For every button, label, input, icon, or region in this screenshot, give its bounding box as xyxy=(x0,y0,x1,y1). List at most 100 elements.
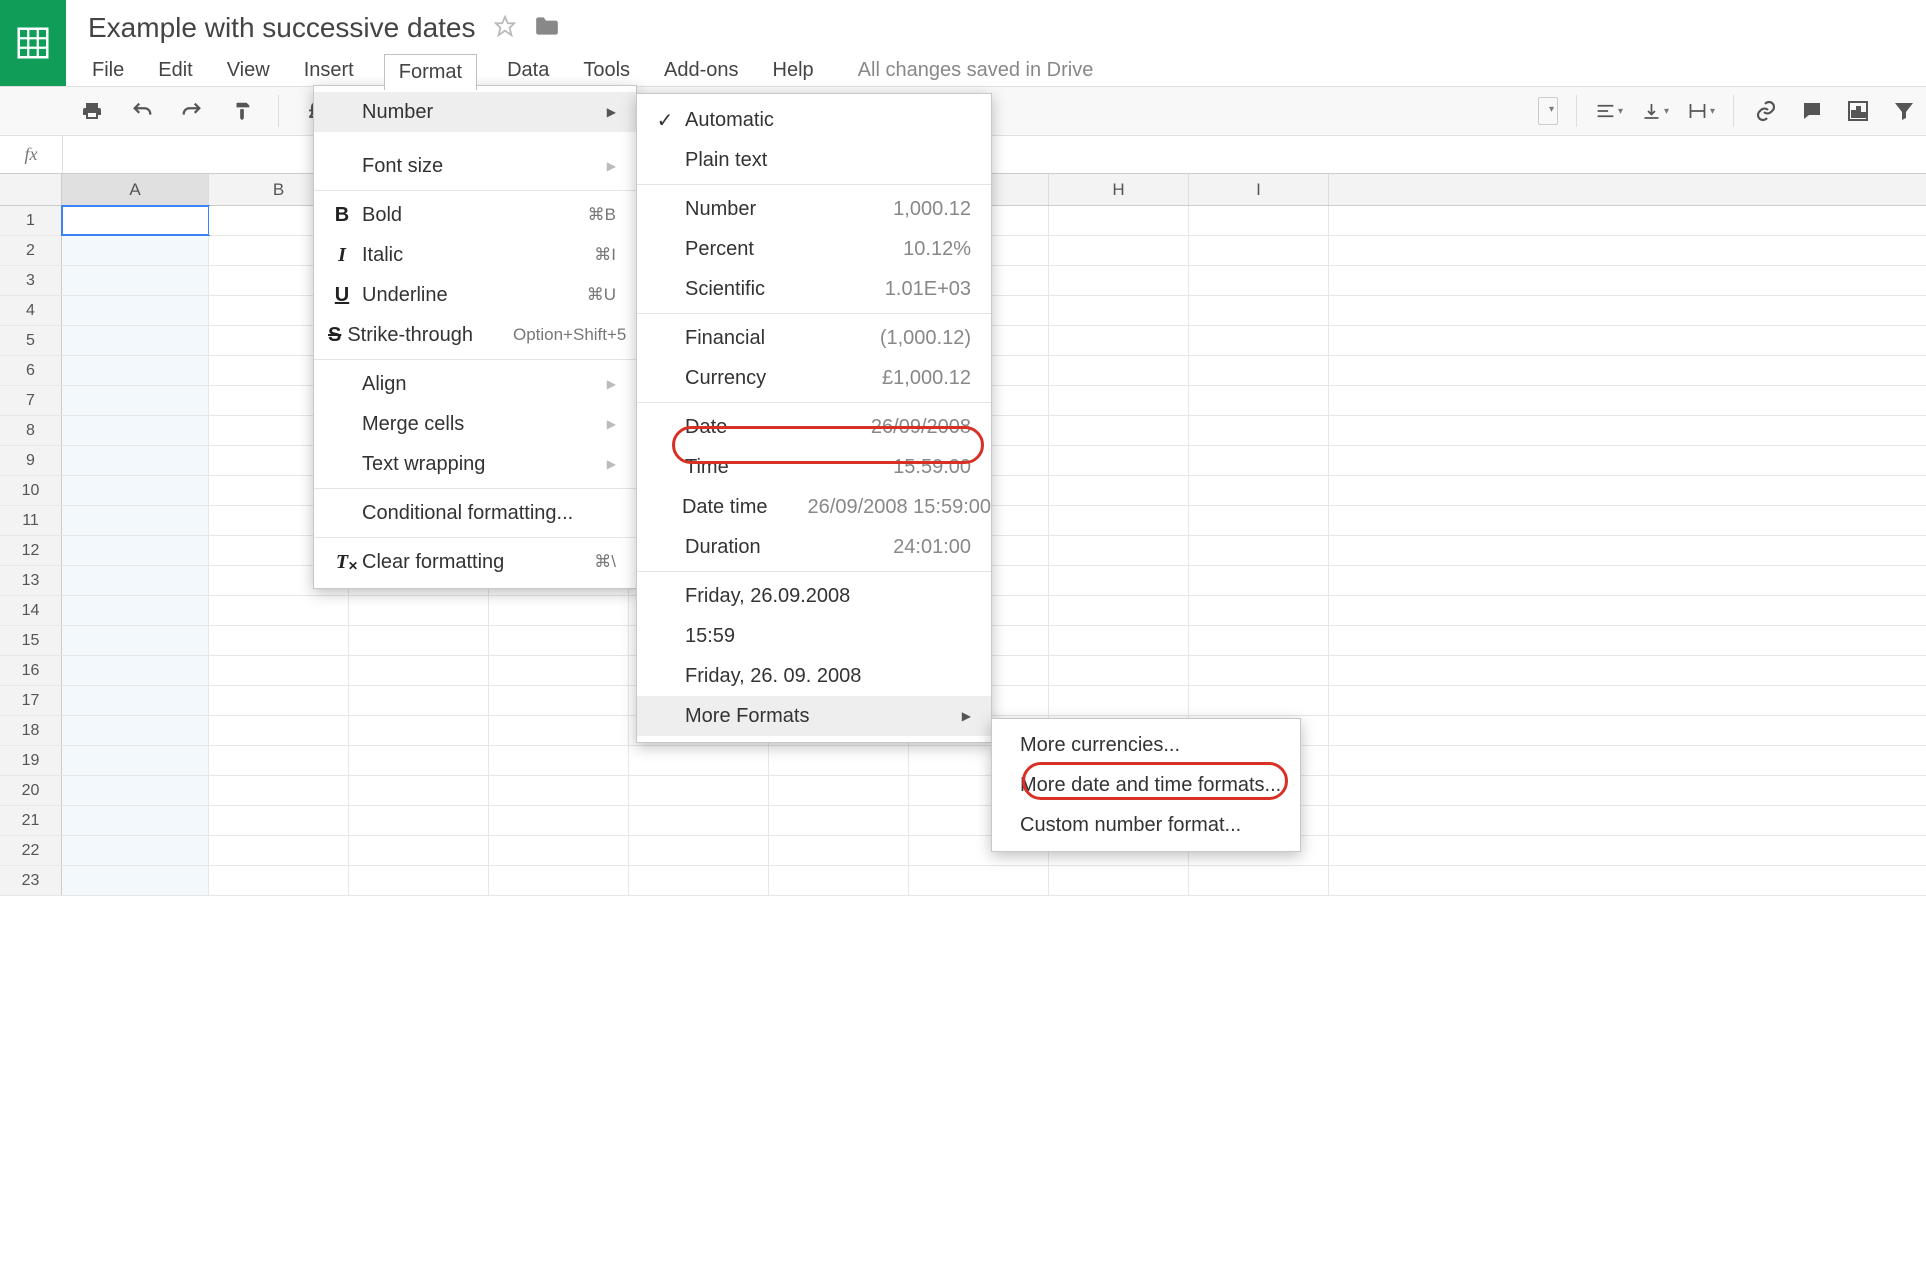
cell[interactable] xyxy=(769,746,909,775)
num-number[interactable]: Number 1,000.12 xyxy=(637,189,991,229)
format-font-size[interactable]: Font size ▶ xyxy=(314,146,636,186)
cell[interactable] xyxy=(209,866,349,895)
cell[interactable] xyxy=(349,866,489,895)
sheets-logo[interactable] xyxy=(0,0,66,86)
row-header[interactable]: 3 xyxy=(0,266,62,295)
row-header[interactable]: 12 xyxy=(0,536,62,565)
row-header[interactable]: 4 xyxy=(0,296,62,325)
cell[interactable] xyxy=(909,866,1049,895)
cell[interactable] xyxy=(769,866,909,895)
num-friday-space[interactable]: Friday, 26. 09. 2008 xyxy=(637,656,991,696)
more-date-time[interactable]: More date and time formats... xyxy=(992,765,1300,805)
cell[interactable] xyxy=(1049,596,1189,625)
num-duration[interactable]: Duration 24:01:00 xyxy=(637,527,991,567)
num-date[interactable]: Date 26/09/2008 xyxy=(637,407,991,447)
cell[interactable] xyxy=(62,716,209,745)
cell[interactable] xyxy=(489,746,629,775)
cell[interactable] xyxy=(1189,236,1329,265)
cell[interactable] xyxy=(209,626,349,655)
num-financial[interactable]: Financial (1,000.12) xyxy=(637,318,991,358)
cell[interactable] xyxy=(1189,686,1329,715)
align-button[interactable]: ▾ xyxy=(1595,97,1623,125)
row-header[interactable]: 6 xyxy=(0,356,62,385)
cell[interactable] xyxy=(209,716,349,745)
format-merge[interactable]: Merge cells ▶ xyxy=(314,404,636,444)
cell[interactable] xyxy=(489,716,629,745)
paint-format-button[interactable] xyxy=(228,97,256,125)
cell[interactable] xyxy=(1049,296,1189,325)
cell[interactable] xyxy=(62,836,209,865)
cell[interactable] xyxy=(489,776,629,805)
cell[interactable] xyxy=(349,776,489,805)
num-currency[interactable]: Currency £1,000.12 xyxy=(637,358,991,398)
cell[interactable] xyxy=(209,776,349,805)
cell[interactable] xyxy=(62,326,209,355)
row-header[interactable]: 1 xyxy=(0,206,62,235)
menu-addons[interactable]: Add-ons xyxy=(660,55,743,86)
cell[interactable] xyxy=(1049,446,1189,475)
cell[interactable] xyxy=(1049,536,1189,565)
menu-data[interactable]: Data xyxy=(503,55,553,86)
cell[interactable] xyxy=(62,746,209,775)
row-header[interactable]: 2 xyxy=(0,236,62,265)
num-time[interactable]: Time 15:59:00 xyxy=(637,447,991,487)
row-header[interactable]: 13 xyxy=(0,566,62,595)
cell[interactable] xyxy=(1189,536,1329,565)
format-strike[interactable]: S Strike-through Option+Shift+5 xyxy=(314,315,636,355)
cell[interactable] xyxy=(1189,866,1329,895)
format-underline[interactable]: U Underline ⌘U xyxy=(314,275,636,315)
cell[interactable] xyxy=(62,296,209,325)
cell[interactable] xyxy=(62,686,209,715)
row-header[interactable]: 15 xyxy=(0,626,62,655)
cell[interactable] xyxy=(489,656,629,685)
cell[interactable] xyxy=(62,446,209,475)
cell[interactable] xyxy=(62,416,209,445)
format-bold[interactable]: B Bold ⌘B xyxy=(314,195,636,235)
row-header[interactable]: 20 xyxy=(0,776,62,805)
num-automatic[interactable]: ✓ Automatic xyxy=(637,100,991,140)
cell[interactable] xyxy=(62,266,209,295)
cell[interactable] xyxy=(1049,206,1189,235)
cell[interactable] xyxy=(1049,686,1189,715)
cell[interactable] xyxy=(1049,626,1189,655)
cell[interactable] xyxy=(1189,326,1329,355)
menu-edit[interactable]: Edit xyxy=(154,55,196,86)
cell[interactable] xyxy=(1189,266,1329,295)
cell[interactable] xyxy=(209,686,349,715)
num-more-formats[interactable]: More Formats ▶ xyxy=(637,696,991,736)
cell[interactable] xyxy=(1049,656,1189,685)
num-short-time[interactable]: 15:59 xyxy=(637,616,991,656)
folder-icon[interactable] xyxy=(534,12,560,44)
cell[interactable] xyxy=(1189,476,1329,505)
cell[interactable] xyxy=(769,776,909,805)
cell[interactable] xyxy=(1189,206,1329,235)
cell[interactable] xyxy=(489,686,629,715)
cell[interactable] xyxy=(489,806,629,835)
row-header[interactable]: 7 xyxy=(0,386,62,415)
cell[interactable] xyxy=(1049,476,1189,505)
row-header[interactable]: 8 xyxy=(0,416,62,445)
cell[interactable] xyxy=(1189,356,1329,385)
cell[interactable] xyxy=(489,836,629,865)
cell[interactable] xyxy=(1049,416,1189,445)
num-plain[interactable]: Plain text xyxy=(637,140,991,180)
doc-title[interactable]: Example with successive dates xyxy=(88,12,476,44)
row-header[interactable]: 21 xyxy=(0,806,62,835)
row-header[interactable]: 10 xyxy=(0,476,62,505)
cell[interactable] xyxy=(62,806,209,835)
cell[interactable] xyxy=(349,836,489,865)
row-header[interactable]: 19 xyxy=(0,746,62,775)
cell[interactable] xyxy=(349,746,489,775)
valign-button[interactable]: ▾ xyxy=(1641,97,1669,125)
cell[interactable] xyxy=(209,836,349,865)
format-align[interactable]: Align ▶ xyxy=(314,364,636,404)
cell[interactable] xyxy=(62,506,209,535)
cell[interactable] xyxy=(1189,416,1329,445)
cell[interactable] xyxy=(349,806,489,835)
cell[interactable] xyxy=(769,806,909,835)
more-currencies[interactable]: More currencies... xyxy=(992,725,1300,765)
row-header[interactable]: 23 xyxy=(0,866,62,895)
cell[interactable] xyxy=(209,746,349,775)
cell[interactable] xyxy=(1049,266,1189,295)
format-conditional[interactable]: Conditional formatting... xyxy=(314,493,636,533)
